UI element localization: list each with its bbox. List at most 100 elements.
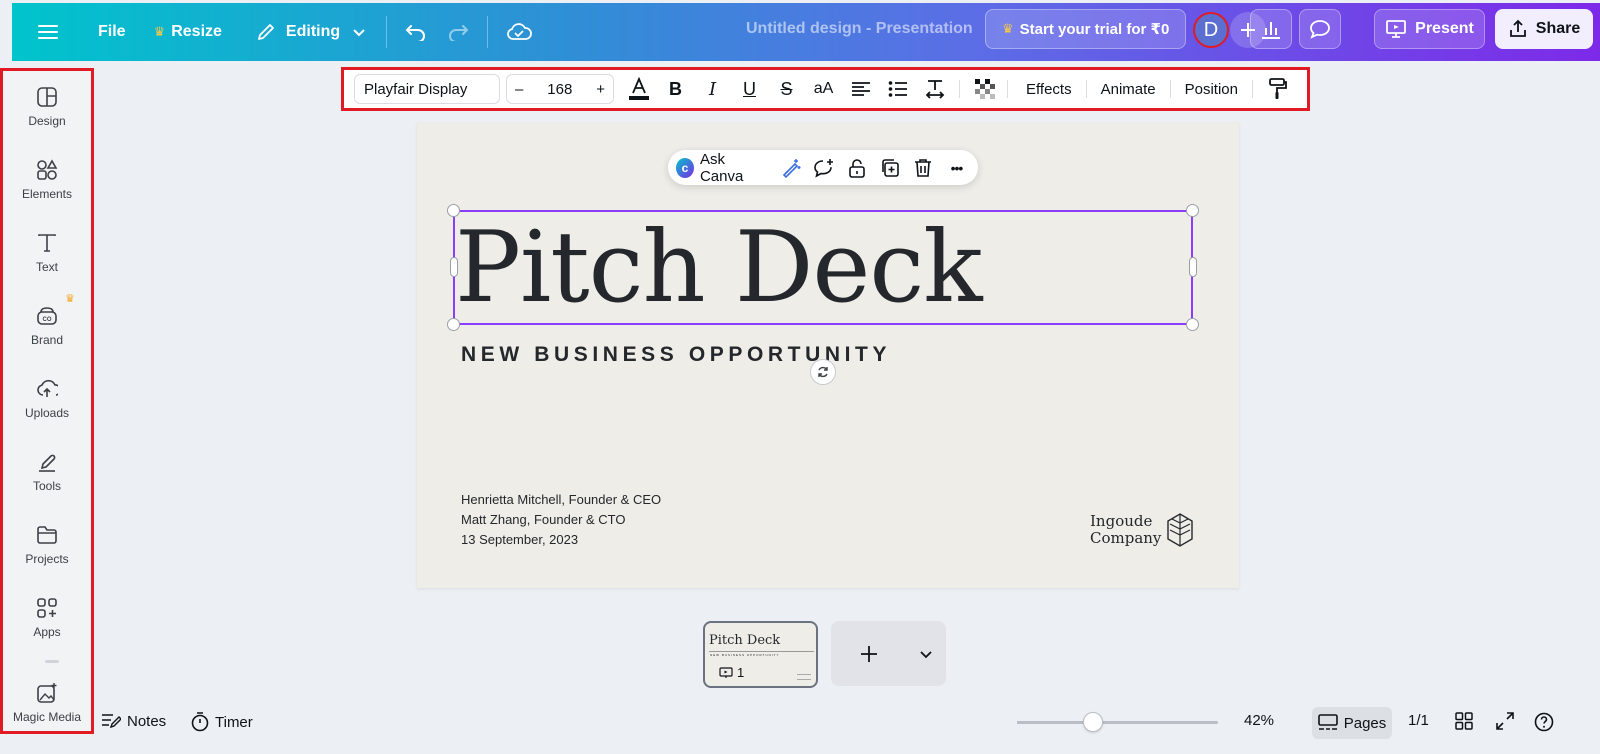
rotate-handle[interactable] [810,359,836,385]
duplicate-button[interactable] [877,153,904,183]
bar-chart-icon [1262,22,1280,39]
transparency-icon [974,79,995,99]
lock-button[interactable] [843,153,870,183]
resize-handle[interactable] [447,318,460,331]
divider [959,80,960,98]
timer-label: Timer [215,713,253,731]
align-button[interactable] [842,74,879,104]
slide-credits[interactable]: Henrietta Mitchell, Founder & CEO Matt Z… [461,490,661,550]
redo-button[interactable] [437,12,479,52]
sidebar-item-apps[interactable]: Apps [3,597,91,639]
side-handle[interactable] [450,257,458,277]
pencil-icon [258,24,274,40]
resize-handle[interactable] [447,204,460,217]
add-page-button[interactable] [831,645,906,663]
present-label: Present [1415,20,1474,37]
page-thumbnail[interactable]: Pitch Deck NEW BUSINESS OPPORTUNITY 1 [703,621,818,688]
effects-button[interactable]: Effects [1012,81,1086,98]
sidebar-item-text[interactable]: Text [3,232,91,274]
divider [1007,80,1008,98]
animate-button[interactable]: Animate [1087,81,1170,98]
ask-canva-button[interactable]: c Ask Canva [676,151,765,185]
font-size-input[interactable]: 168 [523,81,596,98]
font-family-select[interactable]: Playfair Display [354,74,500,104]
spacing-button[interactable] [916,74,953,104]
crown-icon: ♛ [65,293,75,305]
increase-size-button[interactable]: + [596,81,605,98]
avatar[interactable]: D [1193,12,1229,48]
trial-button[interactable]: ♛ Start your trial for ₹0 [985,9,1187,49]
position-button[interactable]: Position [1171,81,1252,98]
menu-button[interactable] [28,12,68,52]
copy-style-button[interactable] [1259,74,1296,104]
trial-label: Start your trial for ₹0 [1019,21,1170,38]
bold-button[interactable]: B [657,74,694,104]
sidebar-item-magic-media[interactable]: Magic Media [3,682,91,724]
zoom-slider-handle[interactable] [1082,712,1103,732]
duplicate-icon [882,158,899,177]
fullscreen-button[interactable] [1496,712,1514,730]
more-options-button[interactable]: ••• [943,153,970,183]
decrease-size-button[interactable]: – [515,81,523,98]
grid-view-button[interactable] [1455,712,1473,730]
zoom-slider-track[interactable] [1017,721,1218,724]
text-color-button[interactable] [620,74,657,104]
crown-icon: ♛ [1002,21,1014,36]
trash-icon [915,158,932,177]
transparency-button[interactable] [966,74,1003,104]
cloud-save-button[interactable] [496,12,542,52]
resize-label: Resize [171,23,222,40]
list-button[interactable] [879,74,916,104]
italic-button[interactable]: I [694,74,731,104]
text-color-icon [628,77,649,100]
folder-icon [37,526,57,544]
help-button[interactable] [1534,712,1554,732]
divider [1252,80,1253,98]
timer-button[interactable]: Timer [191,712,253,732]
sidebar-item-label: Elements [21,187,73,201]
divider [386,16,388,48]
strikethrough-button[interactable]: S [768,74,805,104]
share-button[interactable]: Share [1495,9,1593,49]
resize-button[interactable]: ♛ Resize [144,12,232,52]
sidebar-item-projects[interactable]: Projects [3,524,91,566]
file-menu[interactable]: File [88,12,136,52]
grid-icon [1455,712,1473,730]
delete-button[interactable] [910,153,937,183]
paint-roller-icon [1268,78,1287,99]
help-icon [1534,712,1554,732]
company-name[interactable]: Ingoude Company [1090,513,1161,547]
comments-button[interactable] [1299,9,1341,49]
magic-edit-button[interactable] [777,153,804,183]
selection-box [453,210,1193,325]
divider [487,16,489,48]
thumbnail-page-number: 1 [719,665,744,680]
sidebar-item-design[interactable]: Design [3,86,91,128]
pages-button[interactable]: Pages [1312,707,1392,739]
zoom-level[interactable]: 42% [1244,712,1274,729]
sidebar-item-elements[interactable]: Elements [3,159,91,201]
sidebar-item-brand[interactable]: CO Brand [3,305,91,347]
notes-button[interactable]: Notes [101,712,166,730]
sidebar-item-label: Uploads [24,406,70,420]
resize-handle[interactable] [1186,204,1199,217]
add-comment-button[interactable] [810,153,837,183]
underline-button[interactable]: U [731,74,768,104]
present-button[interactable]: Present [1374,9,1485,49]
notes-icon [102,714,121,729]
redo-icon [449,25,469,41]
sidebar-item-uploads[interactable]: Uploads [3,378,91,420]
undo-button[interactable] [395,12,437,52]
add-page-options-button[interactable] [906,649,946,659]
plus-icon [860,645,877,662]
sidebar-divider [45,660,59,663]
undo-icon [405,25,426,41]
side-handle[interactable] [1189,257,1197,277]
document-title[interactable]: Untitled design - Presentation [746,20,973,38]
company-name-line: Ingoude [1090,512,1153,530]
letter-case-button[interactable]: aA [805,74,842,104]
sidebar-item-tools[interactable]: Tools [3,451,91,493]
editing-dropdown[interactable]: Editing [246,12,376,52]
resize-handle[interactable] [1186,318,1199,331]
insights-button[interactable] [1250,9,1292,49]
